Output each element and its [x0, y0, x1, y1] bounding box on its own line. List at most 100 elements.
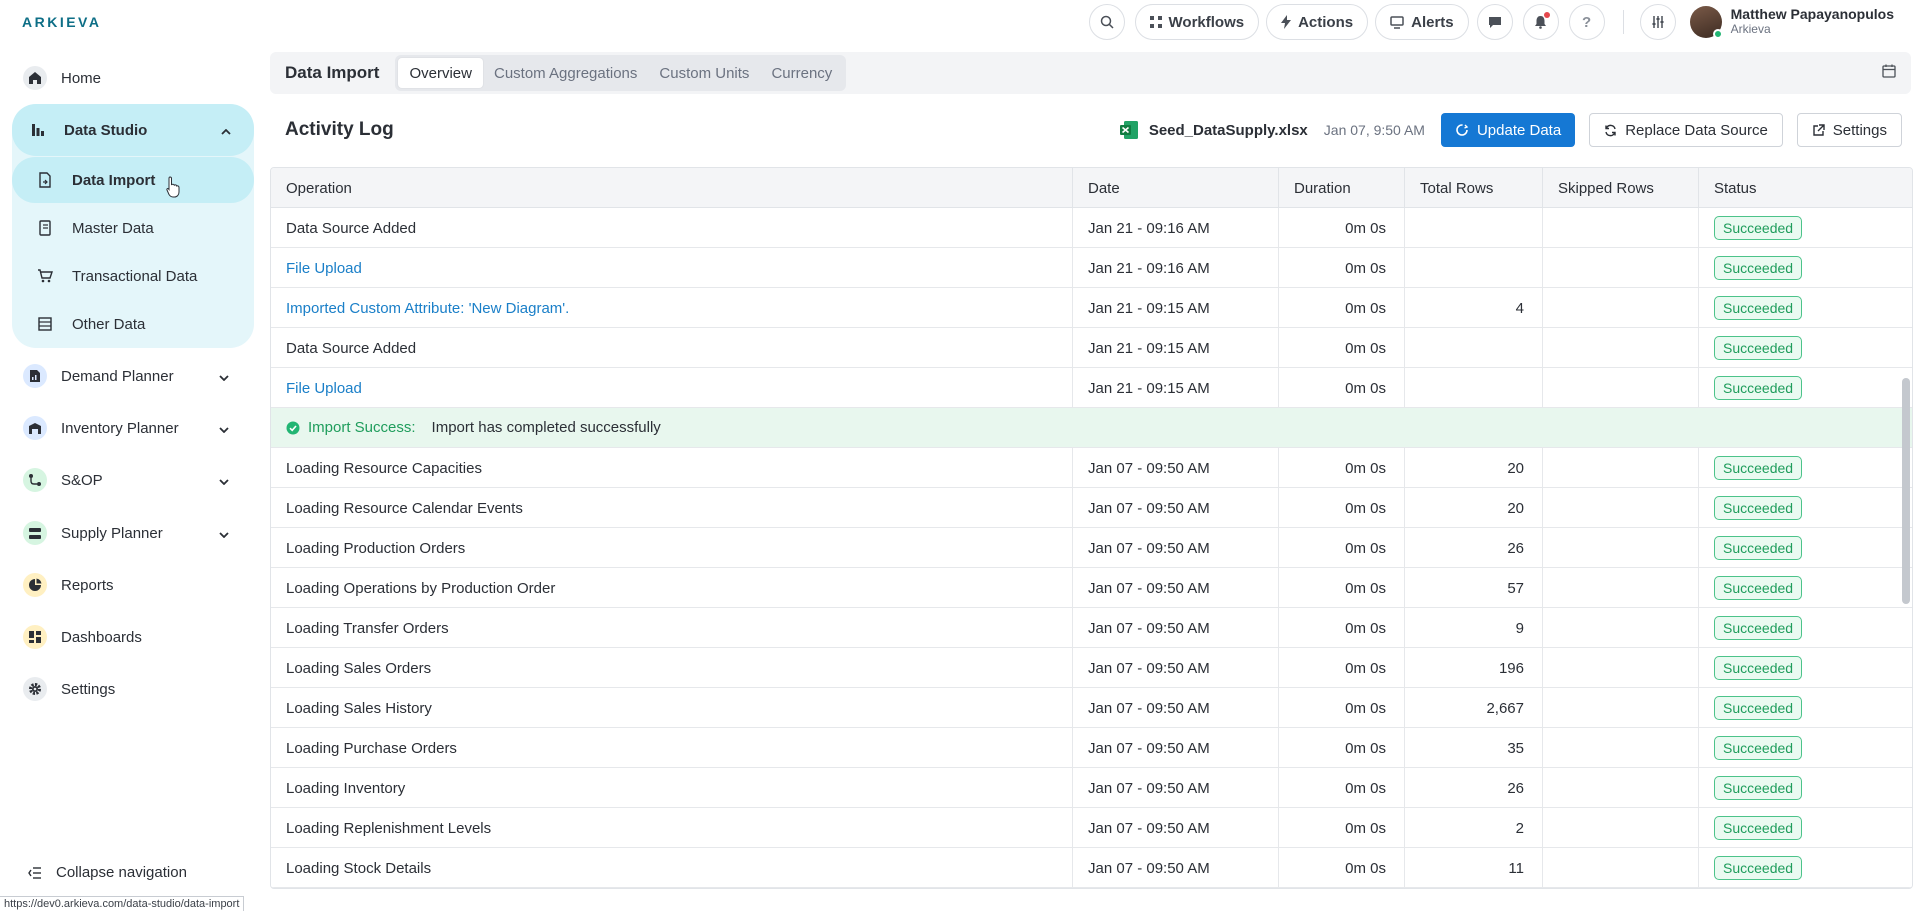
- table-row[interactable]: Loading Purchase Orders Jan 07 - 09:50 AM…: [271, 728, 1912, 768]
- table-row[interactable]: Data Source Added Jan 21 - 09:16 AM 0m 0…: [271, 208, 1912, 248]
- table-row[interactable]: File Upload Jan 21 - 09:15 AM 0m 0s Succ…: [271, 368, 1912, 408]
- replace-data-source-button[interactable]: Replace Data Source: [1589, 113, 1783, 147]
- topbar-actions: Workflows Actions Alerts ? Matthew Papay…: [1088, 0, 1915, 44]
- sidebar-item-label: Demand Planner: [61, 367, 174, 385]
- status-cell: Succeeded: [1699, 808, 1894, 848]
- column-header-status[interactable]: Status: [1699, 168, 1894, 208]
- preferences-button[interactable]: [1639, 4, 1676, 40]
- help-button[interactable]: ?: [1568, 4, 1605, 40]
- tab-custom-units[interactable]: Custom Units: [648, 58, 760, 88]
- status-badge: Succeeded: [1714, 496, 1803, 520]
- date-cell: Jan 21 - 09:15 AM: [1073, 368, 1279, 408]
- status-badge: Succeeded: [1714, 736, 1803, 760]
- sidebar-item-data-studio[interactable]: Data Studio: [12, 104, 254, 156]
- update-data-button[interactable]: Update Data: [1440, 113, 1576, 147]
- table-row[interactable]: Loading Stock Details Jan 07 - 09:50 AM 0m…: [271, 848, 1912, 888]
- table-row[interactable]: Loading Sales History Jan 07 - 09:50 AM 0m…: [271, 688, 1912, 728]
- import-success-banner: Import Success: Import has completed suc…: [271, 408, 1912, 448]
- status-badge: Succeeded: [1714, 816, 1803, 840]
- collapse-navigation[interactable]: Collapse navigation: [28, 864, 187, 881]
- notifications-button[interactable]: [1522, 4, 1559, 40]
- alerts-button[interactable]: Alerts: [1375, 4, 1469, 40]
- calendar-icon[interactable]: [1882, 64, 1896, 78]
- operation-cell: Loading Sales Orders: [271, 648, 1073, 688]
- table-row[interactable]: Loading Inventory Jan 07 - 09:50 AM 0m 0s 2…: [271, 768, 1912, 808]
- sidebar-item-transactional-data[interactable]: Transactional Data: [12, 253, 254, 299]
- column-header-skipped-rows[interactable]: Skipped Rows: [1543, 168, 1699, 208]
- file-date: Jan 07, 9:50 AM: [1323, 122, 1425, 138]
- home-icon: [23, 66, 47, 90]
- sidebar-item-data-import[interactable]: Data Import: [12, 157, 254, 203]
- column-header-total-rows[interactable]: Total Rows: [1405, 168, 1543, 208]
- avatar[interactable]: [1689, 6, 1723, 39]
- sidebar-item-other-data[interactable]: Other Data: [12, 301, 254, 347]
- operation-cell: Loading Inventory: [271, 768, 1073, 808]
- total-rows-cell: 196: [1405, 648, 1543, 688]
- column-header-date[interactable]: Date: [1073, 168, 1279, 208]
- settings-button[interactable]: Settings: [1796, 113, 1902, 147]
- total-rows-cell: 2: [1405, 808, 1543, 848]
- data-source-file[interactable]: Seed_DataSupply.xlsx: [1119, 120, 1308, 140]
- sidebar-item-sop[interactable]: S&OP: [14, 458, 252, 502]
- sidebar-item-inventory-planner[interactable]: Inventory Planner: [14, 406, 252, 450]
- operation-cell: Data Source Added: [271, 208, 1073, 248]
- chevron-down-icon: [214, 368, 234, 385]
- duration-cell: 0m 0s: [1279, 328, 1405, 368]
- mouse-cursor-icon: [166, 176, 180, 198]
- table-row[interactable]: Loading Operations by Production Order Ja…: [271, 568, 1912, 608]
- collapse-icon: [28, 866, 41, 879]
- workflows-button[interactable]: Workflows: [1134, 4, 1260, 40]
- table-row[interactable]: Loading Sales Orders Jan 07 - 09:50 AM 0m …: [271, 648, 1912, 688]
- chat-button[interactable]: [1476, 4, 1513, 40]
- sidebar-item-label: Home: [61, 69, 102, 87]
- column-header-duration[interactable]: Duration: [1279, 168, 1405, 208]
- duration-cell: 0m 0s: [1279, 448, 1405, 488]
- user-info[interactable]: Matthew Papayanopulos Arkieva: [1731, 7, 1894, 37]
- user-org: Arkieva: [1730, 22, 1771, 36]
- excel-file-icon: [1119, 121, 1138, 139]
- tab-custom-aggregations[interactable]: Custom Aggregations: [483, 58, 648, 88]
- sidebar-item-label: Master Data: [72, 219, 154, 237]
- sidebar-item-label: Dashboards: [61, 628, 142, 646]
- operation-link[interactable]: Imported Custom Attribute: 'New Diagram'…: [271, 288, 1073, 328]
- tab-currency[interactable]: Currency: [760, 58, 843, 88]
- workflows-label: Workflows: [1168, 13, 1245, 31]
- sidebar-item-label: S&OP: [61, 471, 103, 489]
- actions-button[interactable]: Actions: [1266, 4, 1369, 40]
- skipped-rows-cell: [1543, 208, 1699, 248]
- sidebar-item-settings[interactable]: Settings: [14, 667, 252, 711]
- sidebar-item-supply-planner[interactable]: Supply Planner: [14, 511, 252, 555]
- date-cell: Jan 07 - 09:50 AM: [1073, 808, 1279, 848]
- operation-link[interactable]: File Upload: [271, 368, 1073, 408]
- sidebar-item-reports[interactable]: Reports: [14, 563, 252, 607]
- table-row[interactable]: Imported Custom Attribute: 'New Diagram'…: [271, 288, 1912, 328]
- sidebar-item-home[interactable]: Home: [14, 56, 252, 100]
- sidebar-item-demand-planner[interactable]: Demand Planner: [14, 354, 252, 398]
- table-row[interactable]: Loading Transfer Orders Jan 07 - 09:50 AM…: [271, 608, 1912, 648]
- column-header-operation[interactable]: Operation: [271, 168, 1073, 208]
- sidebar-item-master-data[interactable]: Master Data: [12, 205, 254, 251]
- operation-link[interactable]: File Upload: [271, 248, 1073, 288]
- operation-cell: Loading Production Orders: [271, 528, 1073, 568]
- table-scrollbar[interactable]: [1902, 378, 1910, 604]
- table-row[interactable]: Loading Production Orders Jan 07 - 09:50 …: [271, 528, 1912, 568]
- status-cell: Succeeded: [1699, 488, 1894, 528]
- external-link-icon: [1813, 123, 1825, 136]
- search-button[interactable]: [1088, 4, 1125, 40]
- table-row[interactable]: Loading Replenishment Levels Jan 07 - 09:…: [271, 808, 1912, 848]
- date-cell: Jan 07 - 09:50 AM: [1073, 608, 1279, 648]
- total-rows-cell: 26: [1405, 768, 1543, 808]
- sidebar-item-label: Data Studio: [64, 121, 148, 139]
- table-row[interactable]: File Upload Jan 21 - 09:16 AM 0m 0s Succ…: [271, 248, 1912, 288]
- presence-indicator: [1712, 29, 1723, 39]
- table-row[interactable]: Loading Resource Calendar Events Jan 07 -…: [271, 488, 1912, 528]
- sidebar-item-dashboards[interactable]: Dashboards: [14, 615, 252, 659]
- table-row[interactable]: Loading Resource Capacities Jan 07 - 09:5…: [271, 448, 1912, 488]
- table-row[interactable]: Data Source Added Jan 21 - 09:15 AM 0m 0…: [271, 328, 1912, 368]
- dashboard-icon: [23, 625, 47, 649]
- status-cell: Succeeded: [1699, 688, 1894, 728]
- skipped-rows-cell: [1543, 768, 1699, 808]
- tab-overview[interactable]: Overview: [398, 58, 483, 88]
- total-rows-cell: 2,667: [1405, 688, 1543, 728]
- notification-dot: [1543, 12, 1550, 18]
